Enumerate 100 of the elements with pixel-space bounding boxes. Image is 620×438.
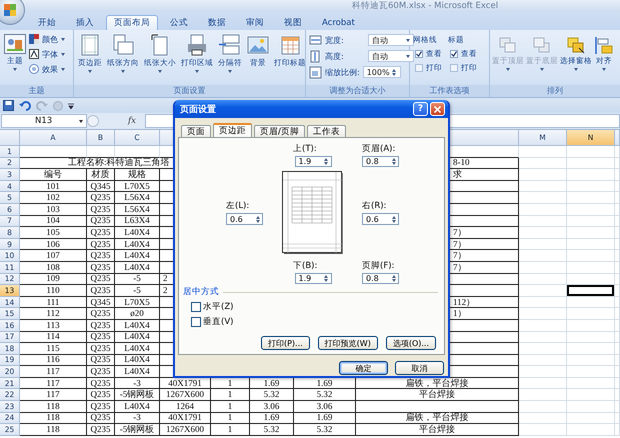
empty-cell — [519, 354, 567, 366]
fonts-icon — [29, 49, 39, 59]
table-cell: 1 — [211, 401, 250, 413]
spin-field[interactable]: 1.9 — [294, 156, 332, 167]
table-cell: 1 — [211, 389, 250, 402]
dropdown-field[interactable]: 自动 — [368, 34, 414, 46]
table-cell: L56X4 — [115, 204, 160, 216]
margins-icon — [79, 34, 101, 56]
table-cell: 105 — [20, 227, 87, 239]
dialog-tab[interactable]: 工作表 — [306, 125, 346, 137]
ribbon-tab[interactable]: 审阅 — [238, 15, 272, 30]
table-cell: Q235 — [87, 354, 115, 366]
group-label: 排列 — [490, 85, 620, 97]
ribbon-tab[interactable]: 页面布局 — [106, 15, 158, 30]
colors-icon — [29, 34, 39, 44]
table-cell: -5 — [115, 274, 160, 286]
empty-cell — [567, 378, 615, 390]
ribbon-tab[interactable]: 数据 — [200, 15, 234, 30]
dropdown-field[interactable]: 自动 — [368, 50, 414, 62]
dialog-tab[interactable]: 页边距 — [213, 123, 252, 137]
dialog-button[interactable]: 选项(O)... — [386, 336, 436, 350]
caret-icon — [195, 70, 199, 73]
empty-cell — [519, 424, 567, 436]
checkbox[interactable] — [450, 50, 458, 58]
checkbox[interactable] — [191, 317, 201, 327]
table-cell: Q235 — [87, 204, 115, 216]
table-cell: L40X4 — [115, 343, 160, 355]
bring-forward-icon — [498, 36, 518, 54]
empty-cell — [519, 250, 567, 262]
table-cell: 5.32 — [294, 389, 356, 402]
caret-icon — [506, 68, 510, 71]
table-cell: 材质 — [87, 169, 115, 181]
spin-field[interactable]: 0.8 — [362, 156, 399, 167]
table-cell: L40X4 — [115, 332, 160, 344]
table-cell: 1.69 — [250, 412, 294, 424]
selected-cell[interactable] — [567, 285, 615, 297]
spin-field[interactable]: 1.9 — [294, 273, 332, 284]
ribbon-tab[interactable]: 视图 — [276, 15, 310, 30]
theme-option-button[interactable]: 字体 — [29, 48, 65, 60]
ribbon-tab[interactable]: 插入 — [68, 15, 102, 30]
table-cell: 109 — [20, 274, 87, 286]
empty-cell — [519, 401, 567, 413]
spin-field[interactable]: 0.6 — [226, 213, 263, 225]
theme-option-button[interactable]: 效果 — [29, 63, 65, 75]
close-button[interactable] — [430, 102, 445, 116]
table-cell: Q235 — [87, 285, 115, 297]
dialog-button[interactable]: 取消 — [395, 361, 444, 375]
spin-arrows-icon — [390, 158, 397, 165]
undo-icon — [19, 100, 31, 110]
ribbon-tab[interactable]: 开始 — [30, 15, 64, 30]
dialog-tab[interactable]: 页眉/页脚 — [254, 125, 305, 137]
empty-cell — [567, 227, 615, 239]
table-cell: 101 — [20, 180, 87, 192]
name-box[interactable]: N13 — [1, 114, 87, 128]
checkbox[interactable] — [415, 50, 423, 58]
group-label: 主题 — [0, 85, 73, 97]
empty-cell — [519, 169, 567, 181]
empty-cell — [519, 216, 567, 228]
empty-cell — [567, 332, 615, 344]
empty-cell — [519, 308, 567, 320]
empty-cell — [519, 192, 567, 204]
table-cell: L40X4 — [115, 366, 160, 378]
table-cell: 1264 — [160, 401, 211, 413]
table-cell: 111 — [20, 296, 87, 308]
table-cell: L40X4 — [115, 262, 160, 274]
dialog-tab[interactable]: 页面 — [181, 125, 211, 137]
dialog-button[interactable]: 确定 — [339, 361, 388, 375]
office-logo-icon — [3, 3, 17, 17]
empty-cell — [567, 296, 615, 308]
ribbon-tab[interactable]: 公式 — [162, 15, 196, 30]
dialog-button[interactable]: 打印预览(W) — [318, 336, 378, 350]
ribbon-tab[interactable]: Acrobat — [314, 15, 363, 30]
checkbox[interactable] — [191, 302, 201, 312]
selection-pane-icon — [566, 36, 586, 54]
table-cell: ø20 — [115, 308, 160, 320]
window-title: 科特迪瓦60M.xlsx - Microsoft Excel — [352, 0, 498, 12]
empty-cell — [567, 146, 615, 158]
insert-function-button[interactable]: fx — [125, 116, 139, 126]
spin-field[interactable]: 0.8 — [362, 273, 399, 284]
table-cell: 1267X600 — [160, 389, 211, 402]
dialog-button[interactable]: 打印(P)... — [260, 336, 310, 350]
table-icon — [279, 34, 301, 56]
themes-icon — [4, 34, 26, 54]
width-icon — [309, 34, 322, 46]
close-icon — [434, 106, 441, 112]
spin-field[interactable]: 0.6 — [362, 213, 399, 225]
theme-option-button[interactable]: 颜色 — [29, 33, 65, 45]
table-cell: Q235 — [87, 378, 115, 390]
table-cell: Q235 — [87, 332, 115, 344]
empty-cell — [567, 308, 615, 320]
empty-cell — [519, 227, 567, 239]
table-cell: 扁铁，平台焊接 — [356, 412, 519, 424]
empty-cell — [519, 320, 567, 332]
empty-cell — [567, 320, 615, 332]
spinner-field[interactable]: 100% — [362, 66, 401, 78]
circle-icon — [53, 100, 63, 110]
empty-cell — [567, 274, 615, 286]
table-cell: L40X4 — [115, 227, 160, 239]
caret-icon — [79, 120, 83, 122]
table-cell: 117 — [20, 389, 87, 402]
